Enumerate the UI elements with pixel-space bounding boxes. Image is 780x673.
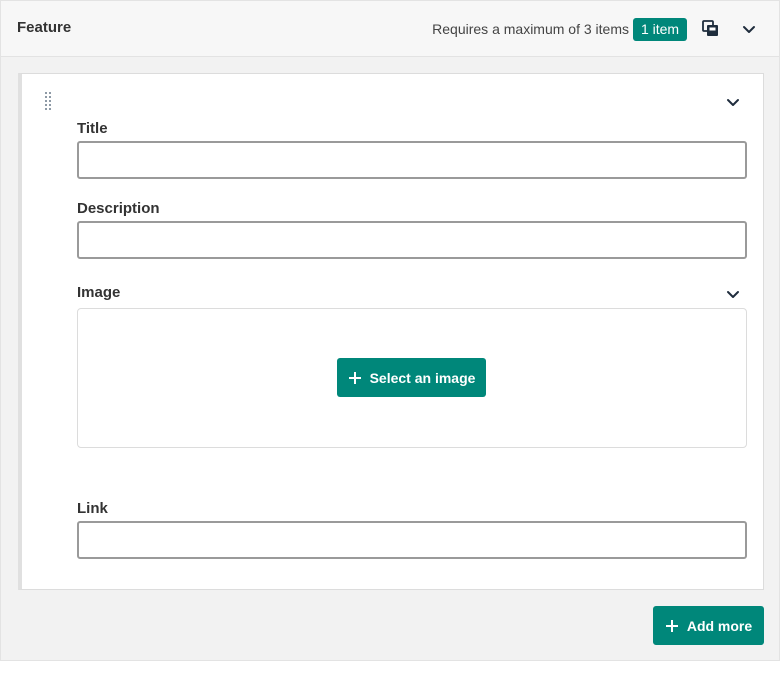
- image-dropzone: Select an image: [77, 308, 747, 448]
- image-label: Image: [77, 284, 121, 301]
- panel-header: Feature Requires a maximum of 3 items 1 …: [1, 1, 779, 57]
- copy-icon[interactable]: [701, 19, 721, 39]
- select-image-button[interactable]: Select an image: [337, 358, 486, 397]
- title-label: Title: [77, 120, 108, 137]
- description-input[interactable]: [77, 221, 747, 259]
- item-collapse-chevron-down-icon[interactable]: [725, 94, 741, 110]
- plus-icon: [665, 619, 679, 633]
- title-input[interactable]: [77, 141, 747, 179]
- add-more-button[interactable]: Add more: [653, 606, 764, 645]
- image-collapse-chevron-down-icon[interactable]: [725, 286, 741, 302]
- feature-item-card: Title Description Image Select an image …: [18, 73, 764, 590]
- plus-icon: [348, 371, 362, 385]
- panel-collapse-chevron-down-icon[interactable]: [739, 19, 759, 39]
- select-image-label: Select an image: [369, 369, 476, 386]
- add-more-label: Add more: [686, 617, 753, 634]
- panel-title: Feature: [17, 19, 72, 36]
- requirement-text: Requires a maximum of 3 items: [432, 21, 629, 37]
- link-label: Link: [77, 500, 108, 517]
- link-input[interactable]: [77, 521, 747, 559]
- drag-handle-icon[interactable]: [44, 91, 52, 113]
- feature-panel: Feature Requires a maximum of 3 items 1 …: [0, 0, 780, 661]
- item-count-badge: 1 item: [633, 18, 687, 41]
- description-label: Description: [77, 200, 160, 217]
